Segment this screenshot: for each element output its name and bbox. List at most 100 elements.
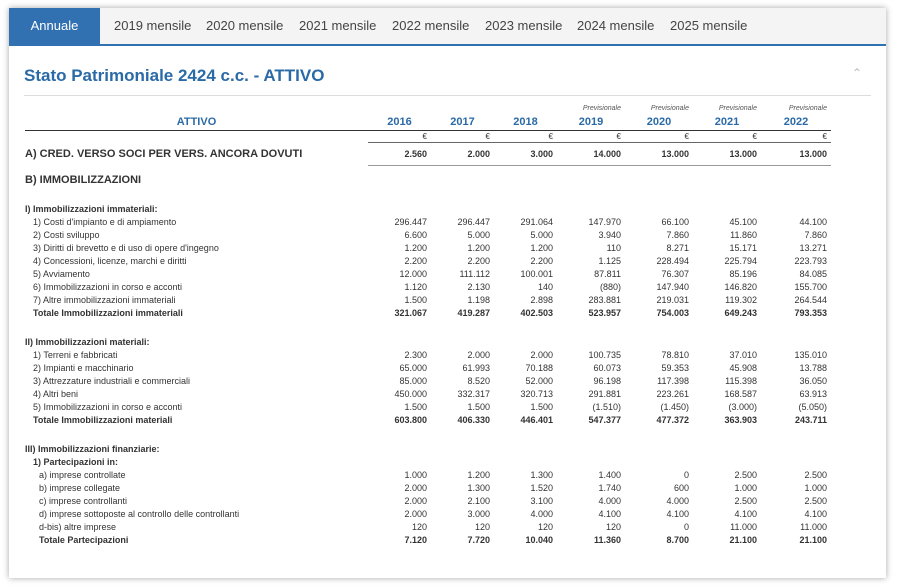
chevron-up-icon[interactable]: ⌃ — [852, 66, 862, 80]
value-cell — [368, 335, 431, 348]
value-cell: 21.100 — [729, 534, 757, 545]
value-cell — [625, 166, 693, 195]
value-cell: 649.243 — [724, 307, 757, 318]
value-cell: 100.001 — [520, 268, 553, 279]
row-label: II) Immobilizzazioni materiali: — [25, 336, 150, 347]
value-cell: 65.000 — [399, 362, 427, 373]
value-cell: 320.713 — [520, 388, 553, 399]
value-cell — [693, 442, 761, 455]
row-label: 1) Terreni e fabbricati — [33, 349, 118, 360]
value-cell: 450.000 — [394, 388, 427, 399]
row-label: 3) Attrezzature industriali e commercial… — [33, 375, 191, 386]
value-cell: 321.067 — [394, 307, 427, 318]
value-cell — [693, 455, 761, 468]
value-cell: 1.000 — [804, 482, 827, 493]
value-cell: 4.000 — [598, 495, 621, 506]
value-cell — [761, 455, 831, 468]
tab-2025-mensile[interactable]: 2025 mensile — [656, 8, 761, 44]
value-cell: 446.401 — [520, 414, 553, 425]
currency-label: € — [368, 130, 431, 143]
value-cell: 5.000 — [467, 229, 490, 240]
value-cell: 11.860 — [730, 229, 757, 240]
value-cell — [431, 442, 494, 455]
value-cell — [557, 442, 625, 455]
spacer-row — [25, 327, 831, 335]
value-cell — [368, 442, 431, 455]
tab-2020-mensile[interactable]: 2020 mensile — [192, 8, 297, 44]
value-cell: 4.000 — [666, 495, 689, 506]
currency-label: € — [431, 130, 494, 143]
value-cell: 115.398 — [725, 375, 757, 386]
value-cell: 2.560 — [368, 142, 431, 166]
group-title-row: III) Immobilizzazioni finanziarie: — [25, 442, 831, 455]
value-cell: 223.261 — [656, 388, 689, 399]
value-cell: (880) — [599, 281, 621, 292]
value-cell: 4.100 — [666, 508, 689, 519]
currency-label: € — [557, 130, 625, 143]
value-cell: 63.913 — [799, 388, 827, 399]
forecast-label: Previsionale — [650, 104, 689, 112]
value-cell — [761, 335, 831, 348]
value-cell: 223.793 — [794, 255, 827, 266]
value-cell: 11.360 — [593, 534, 621, 545]
value-cell: 603.800 — [394, 414, 427, 425]
tab-annuale[interactable]: Annuale — [9, 8, 100, 44]
value-cell: 60.073 — [593, 362, 621, 373]
value-cell — [431, 455, 494, 468]
group-title-row: I) Immobilizzazioni immateriali: — [25, 202, 831, 215]
value-cell — [625, 455, 693, 468]
tab-2024-mensile[interactable]: 2024 mensile — [563, 8, 668, 44]
tab-2023-mensile[interactable]: 2023 mensile — [471, 8, 576, 44]
table-row: b) imprese collegate 2.000 1.300 1.520 1.740… — [25, 481, 831, 494]
value-cell: 7.720 — [467, 534, 490, 545]
value-cell: 135.010 — [794, 349, 827, 360]
row-label: Totale Immobilizzazioni materiali — [33, 414, 173, 425]
row-label: Totale Partecipazioni — [39, 534, 129, 545]
value-cell: 402.503 — [520, 307, 553, 318]
value-cell — [431, 166, 494, 195]
row-label: c) imprese controllanti — [39, 495, 128, 506]
value-cell — [625, 335, 693, 348]
value-cell: 1.300 — [530, 469, 553, 480]
tab-2019-mensile[interactable]: 2019 mensile — [100, 8, 205, 44]
row-label: d) imprese sottoposte al controllo delle… — [39, 508, 240, 519]
value-cell: 2.000 — [404, 508, 427, 519]
value-cell: 283.881 — [588, 294, 621, 305]
value-cell: 1.300 — [467, 482, 490, 493]
value-cell: 15.171 — [729, 242, 757, 253]
value-cell: 1.198 — [467, 294, 490, 305]
value-cell: 264.544 — [794, 294, 827, 305]
app-window: Annuale 2019 mensile 2020 mensile 2021 m… — [9, 8, 886, 578]
value-cell: 147.970 — [588, 216, 621, 227]
value-cell: 87.811 — [594, 268, 621, 279]
value-cell — [761, 166, 831, 195]
value-cell — [761, 442, 831, 455]
value-cell: 547.377 — [588, 414, 621, 425]
value-cell: 119.302 — [725, 294, 757, 305]
value-cell: 100.735 — [588, 349, 621, 360]
value-cell — [494, 442, 557, 455]
value-cell: 2.000 — [530, 349, 553, 360]
value-cell: 419.287 — [457, 307, 490, 318]
year-header: 2020 — [625, 114, 693, 131]
value-cell: 52.000 — [525, 375, 553, 386]
balance-sheet-panel: Stato Patrimoniale 2424 c.c. - ATTIVO ⌃ … — [9, 46, 886, 578]
year-header: 2016 — [368, 114, 431, 131]
value-cell: 7.860 — [804, 229, 827, 240]
currency-row: € € € € € € € — [25, 130, 831, 143]
tab-2021-mensile[interactable]: 2021 mensile — [285, 8, 390, 44]
row-label: Totale Immobilizzazioni immateriali — [33, 307, 183, 318]
value-cell: 1.125 — [598, 255, 621, 266]
row-label: a) imprese controllate — [39, 469, 126, 480]
value-cell: 110 — [606, 242, 621, 253]
value-cell: 111.112 — [459, 268, 490, 279]
table-row: 2) Impianti e macchinario 65.000 61.993 70.… — [25, 361, 831, 374]
tab-2022-mensile[interactable]: 2022 mensile — [378, 8, 483, 44]
group-subtitle-row: 1) Partecipazioni in: — [25, 455, 831, 468]
table-row: 3) Attrezzature industriali e commercial… — [25, 374, 831, 387]
row-label: 2) Costi sviluppo — [33, 229, 100, 240]
row-label: 4) Concessioni, licenze, marchi e diritt… — [33, 255, 187, 266]
value-cell: 296.447 — [394, 216, 427, 227]
value-cell: 168.587 — [724, 388, 757, 399]
row-label: 7) Altre immobilizzazioni immateriali — [33, 294, 176, 305]
